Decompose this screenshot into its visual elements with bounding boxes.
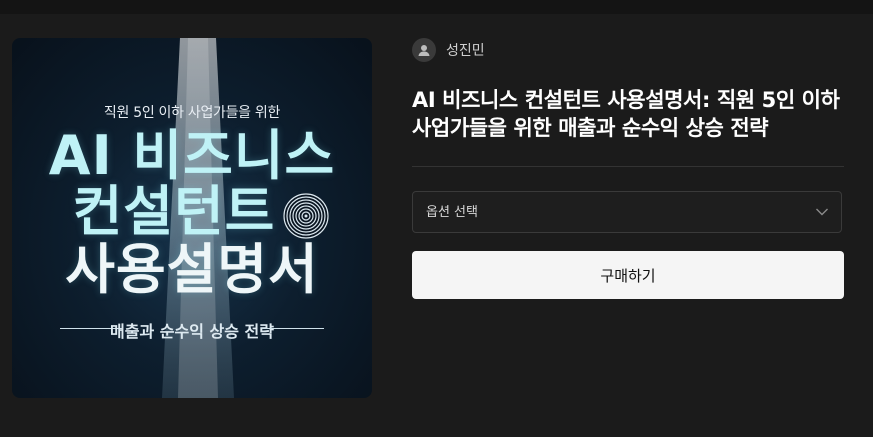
cover-tagline: 매출과 순수익 상승 전략	[110, 322, 274, 341]
top-bar	[0, 0, 873, 14]
author-name[interactable]: 성진민	[446, 40, 485, 60]
buy-button[interactable]: 구매하기	[412, 251, 844, 299]
cover-subtitle: 직원 5인 이하 사업가들을 위한	[103, 105, 281, 121]
author-info[interactable]: 성진민	[412, 38, 485, 62]
spiral-icon	[283, 193, 329, 239]
option-select-label: 옵션 선택	[426, 205, 478, 220]
tagline-rule-right	[262, 328, 324, 329]
product-cover-image: 직원 5인 이하 사업가들을 위한 AI 비즈니스 컨설턴트 사용설명서 매출과…	[12, 38, 372, 398]
product-title: AI 비즈니스 컨설턴트 사용설명서: 직원 5인 이하 사업가들을 위한 매출…	[412, 88, 840, 140]
cover-title-line3: 사용설명서	[65, 238, 319, 301]
chevron-down-icon	[816, 208, 828, 216]
divider	[412, 166, 844, 167]
cover-title-line1: AI 비즈니스	[48, 124, 336, 187]
option-select-dropdown[interactable]: 옵션 선택	[412, 191, 842, 233]
avatar-icon[interactable]	[412, 38, 436, 62]
